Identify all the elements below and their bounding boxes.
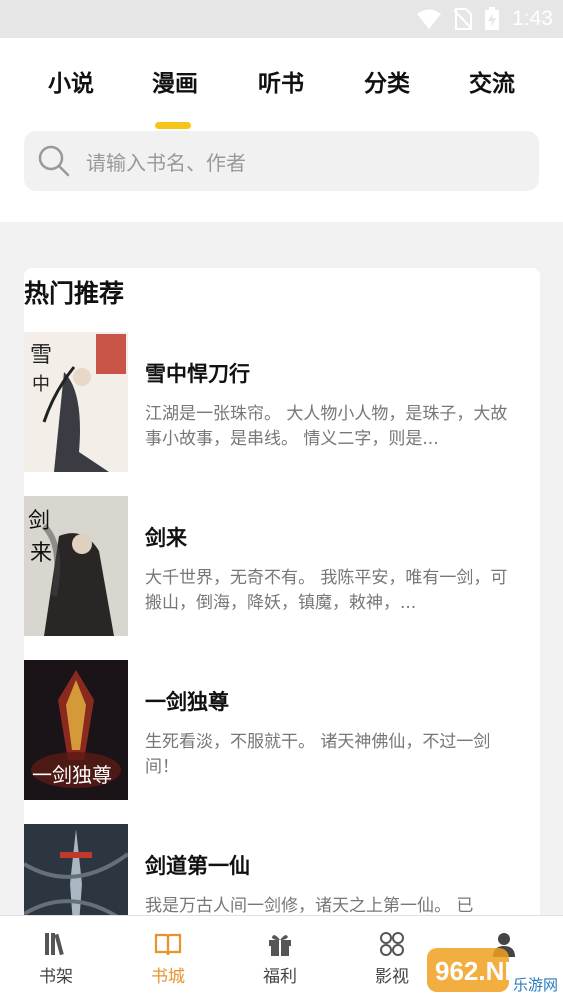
- book-description: 生死看淡，不服就干。 诸天神佛仙，不过一剑间！: [145, 732, 491, 777]
- tab-audiobook[interactable]: 听书: [258, 64, 304, 98]
- svg-text:剑: 剑: [28, 509, 50, 534]
- status-bar: 1:43: [0, 0, 563, 38]
- gift-icon: [269, 935, 291, 956]
- tab-category[interactable]: 分类: [364, 64, 410, 98]
- nav-label: 书城: [151, 967, 185, 987]
- svg-text:中: 中: [32, 374, 50, 395]
- book-cover: 剑 来: [24, 496, 128, 636]
- search-bar[interactable]: 请输入书名、作者: [24, 131, 539, 191]
- top-header: 小说 漫画 听书 分类 交流 请输入书名、作者: [0, 38, 563, 222]
- svg-text:雪: 雪: [30, 343, 52, 368]
- tab-comic[interactable]: 漫画: [152, 64, 198, 98]
- four-circles-icon: [380, 932, 404, 956]
- book-title: 一剑独尊: [145, 690, 229, 714]
- section-title: 热门推荐: [24, 279, 125, 308]
- nav-label: 书架: [39, 967, 73, 987]
- svg-text:一剑独尊: 一剑独尊: [32, 763, 112, 787]
- tab-novel[interactable]: 小说: [48, 64, 94, 98]
- clock: 1:43: [512, 7, 553, 30]
- search-input[interactable]: 请输入书名、作者: [86, 147, 246, 176]
- category-tabs: 小说 漫画 听书 分类 交流: [0, 60, 563, 129]
- book-item[interactable]: 一剑独尊 一剑独尊 生死看淡，不服就干。 诸天神佛仙，不过一剑间！: [24, 660, 540, 800]
- book-title: 剑来: [145, 526, 187, 550]
- hot-recommend-section: 热门推荐 雪 中 雪中悍刀行 江湖是一张珠帘。 大人物小人物，是珠子，大故事小故…: [24, 268, 540, 968]
- nav-bookshelf[interactable]: 书架: [0, 916, 112, 1001]
- book-item[interactable]: 剑 来 剑来 大千世界，无奇不有。 我陈平安，唯有一剑，可搬山，倒海，降妖，镇魔…: [24, 496, 540, 636]
- nav-bookstore[interactable]: 书城: [112, 916, 224, 1001]
- search-icon: [38, 145, 70, 177]
- book-description: 江湖是一张珠帘。 大人物小人物，是珠子，大故事小故事，是串线。 情义二字，则是.…: [145, 404, 508, 449]
- site-watermark: 962.NET 乐游网: [425, 944, 560, 996]
- book-title: 剑道第一仙: [145, 854, 250, 878]
- open-book-icon: [154, 933, 182, 956]
- tab-community[interactable]: 交流: [469, 64, 515, 98]
- bookshelf-icon: [45, 933, 64, 956]
- wifi-icon: [417, 9, 442, 29]
- no-sim-icon: [454, 8, 473, 30]
- book-title: 雪中悍刀行: [145, 362, 250, 386]
- book-description: 大千世界，无奇不有。 我陈平安，唯有一剑，可搬山，倒海，降妖，镇魔，敕神，...: [145, 568, 508, 613]
- book-item[interactable]: 雪 中 雪中悍刀行 江湖是一张珠帘。 大人物小人物，是珠子，大故事小故事，是串线…: [24, 332, 540, 472]
- book-cover: 一剑独尊: [24, 660, 128, 800]
- book-cover: 雪 中: [24, 332, 128, 472]
- active-tab-indicator: [155, 122, 191, 129]
- nav-label: 福利: [263, 967, 297, 987]
- nav-welfare[interactable]: 福利: [224, 916, 336, 1001]
- battery-charging-icon: [485, 7, 500, 30]
- svg-text:来: 来: [30, 541, 52, 566]
- watermark-subtext: 乐游网: [513, 976, 558, 994]
